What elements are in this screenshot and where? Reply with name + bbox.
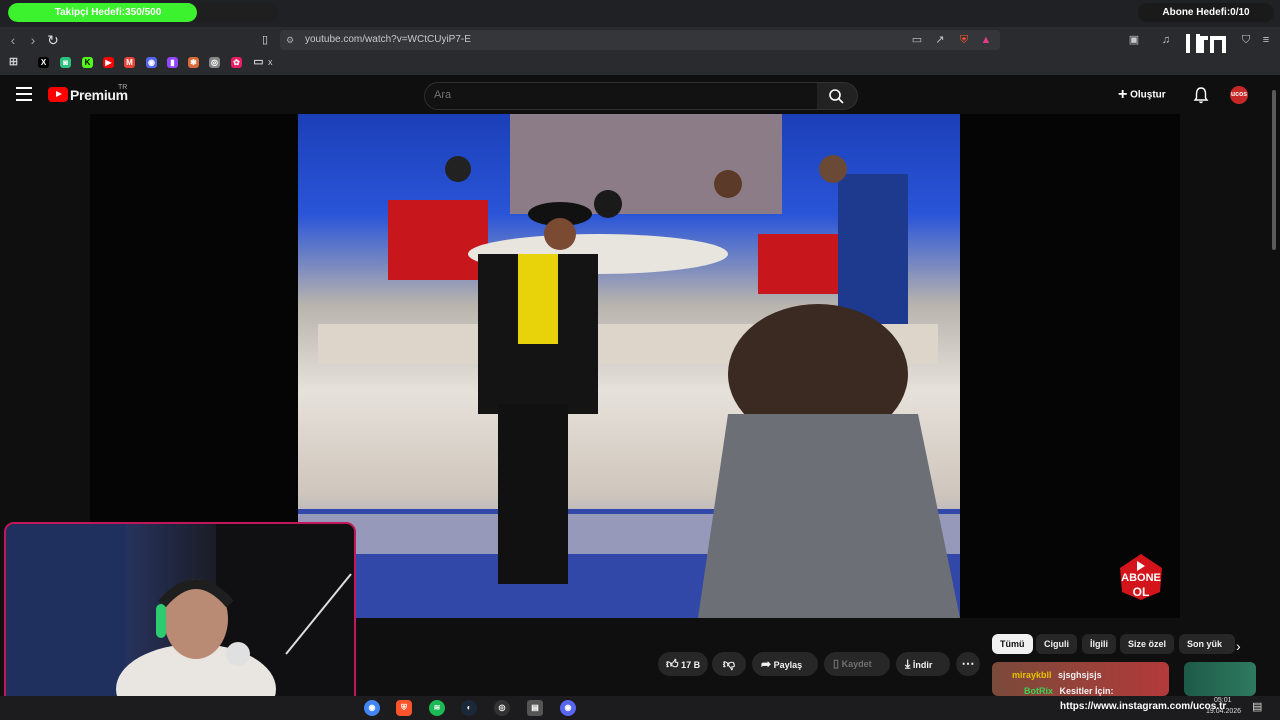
follower-goal-bar: Takipçi Hedefi:350/500 [8, 3, 278, 22]
create-label: Oluştur [1130, 89, 1166, 101]
like-count: 17 B [681, 660, 701, 670]
brave-icon[interactable]: ⛨ [396, 700, 412, 716]
chat-line-2: BotRix Kesitler İçin: [1024, 686, 1114, 696]
brave-rewards-icon[interactable]: ▲ [979, 33, 993, 47]
spotify-icon[interactable]: ≋ [429, 700, 445, 716]
media-icon[interactable]: ♫ [1159, 33, 1173, 47]
bookmark-sun-icon[interactable]: ✱ [188, 57, 199, 68]
obs-icon[interactable]: ◎ [494, 700, 510, 716]
forward-icon[interactable]: › [24, 31, 42, 49]
video-frame[interactable] [298, 114, 960, 618]
bookmark-x-icon[interactable]: X [38, 57, 49, 68]
notification-center-icon[interactable]: ▤ [1252, 700, 1262, 713]
thumbs-down-icon: 👎︎ [722, 657, 736, 671]
follower-goal-text: Takipçi Hedefi:350/500 [54, 7, 162, 18]
subscribe-badge-line2: OL [1132, 585, 1150, 599]
download-button[interactable]: ⤓ İndir [896, 652, 950, 676]
youtube-logo-icon[interactable] [48, 87, 68, 102]
sidebar-toggle-icon[interactable]: ▣ [1127, 33, 1141, 47]
bookmark-discord-icon[interactable]: ◉ [146, 57, 157, 68]
save-button[interactable]: ▯ Kaydet [824, 652, 890, 676]
chat-user-2: BotRix [1024, 686, 1053, 696]
thumbs-up-icon: 👍︎ [666, 657, 679, 671]
chrome-icon[interactable]: ◉ [364, 700, 380, 716]
notifications-bell-icon[interactable] [1192, 86, 1210, 104]
brave-shield-icon[interactable]: ⛨ [957, 33, 971, 47]
chip-for-you[interactable]: Size özel [1120, 634, 1175, 654]
chip-related[interactable]: İlgili [1082, 634, 1116, 654]
guide-menu-icon[interactable] [16, 87, 32, 101]
search-box[interactable] [424, 82, 818, 110]
chip-ciguli[interactable]: Ciguli [1036, 634, 1077, 654]
chevron-right-icon[interactable]: › [1236, 638, 1241, 654]
chat-user-1: miraykbll [1012, 670, 1052, 680]
subscriber-goal-text: Abone Hedefi:0/10 [1138, 3, 1274, 22]
download-icon: ⤓ [905, 657, 911, 671]
reload-icon[interactable]: ↻ [44, 31, 62, 49]
back-icon[interactable]: ‹ [4, 31, 22, 49]
page-scrollbar[interactable] [1272, 90, 1276, 250]
chat-message-1: sjsghsjsjs [1058, 670, 1102, 680]
youtube-region: TR [118, 84, 128, 91]
clock-date[interactable]: 19.04.2026 [1206, 708, 1241, 715]
cast-icon[interactable]: ▭ [910, 33, 924, 47]
bookmark-youtube-icon[interactable]: ▶ [103, 57, 114, 68]
site-info-icon[interactable]: ⚙ [286, 35, 294, 46]
share-page-icon[interactable]: ↗ [933, 33, 947, 47]
steam-icon[interactable]: ◐ [461, 700, 477, 716]
share-label: Paylaş [773, 660, 803, 670]
save-icon: ▯ [833, 658, 840, 670]
download-label: İndir [912, 660, 933, 670]
bookmark-gear-icon[interactable]: ✿ [231, 57, 242, 68]
subscribe-badge-line1: ABONE [1121, 572, 1161, 584]
clock-time[interactable]: 05:01 [1214, 697, 1232, 704]
chat-message-2: Kesitler İçin: [1059, 686, 1114, 696]
notepad-icon[interactable]: ▤ [527, 700, 543, 716]
menu-icon[interactable]: ≡ [1259, 33, 1273, 47]
recommendation-thumb-2[interactable] [1184, 662, 1256, 696]
more-actions-button[interactable]: ⋯ [956, 652, 980, 676]
search-input[interactable]: Ara [434, 89, 451, 101]
webcam-scene [6, 524, 354, 718]
bookmark-folder-label[interactable]: x [268, 57, 273, 67]
dislike-button[interactable]: 👎︎ [712, 652, 746, 676]
video-scene [298, 114, 960, 618]
create-button[interactable]: + Oluştur [1118, 85, 1166, 105]
account-avatar[interactable]: ucos [1230, 86, 1248, 104]
vpn-icon[interactable]: ⛉ [1239, 33, 1253, 47]
bookmark-folder-icon[interactable]: ▭ [253, 57, 264, 68]
chat-line-1: miraykbll sjsghsjsjs [1012, 670, 1102, 680]
more-dots-icon: ⋯ [961, 656, 975, 671]
instagram-url: https://www.instagram.com/ucos.tr [1060, 701, 1227, 712]
bookmark-gmail-icon[interactable]: M [124, 57, 135, 68]
url-text[interactable]: youtube.com/watch?v=WCtCUyiP7-E [305, 34, 471, 45]
search-icon [829, 89, 844, 104]
bookmark-app-icon[interactable]: ◙ [60, 57, 71, 68]
share-button[interactable]: ➦ Paylaş [752, 652, 818, 676]
bookmark-kick-icon[interactable]: K [82, 57, 93, 68]
bookmark-circle-icon[interactable]: ◎ [209, 57, 220, 68]
subscribe-badge: ABONE OL [1116, 552, 1166, 602]
like-button[interactable]: 👍︎ 17 B [658, 652, 708, 676]
apps-grid-icon[interactable]: ⊞ [8, 57, 19, 68]
plus-icon: + [1118, 86, 1128, 103]
chip-recent[interactable]: Son yük [1179, 634, 1235, 654]
share-icon: ➦ [761, 657, 772, 671]
webcam-overlay [4, 522, 356, 720]
discord-icon[interactable]: ◉ [560, 700, 576, 716]
bookmark-page-icon[interactable]: ▯ [256, 31, 274, 49]
chip-all[interactable]: Tümü [992, 634, 1033, 654]
search-button[interactable] [817, 82, 858, 110]
save-label: Kaydet [841, 659, 872, 669]
bookmark-twitch-icon[interactable]: ▮ [167, 57, 178, 68]
